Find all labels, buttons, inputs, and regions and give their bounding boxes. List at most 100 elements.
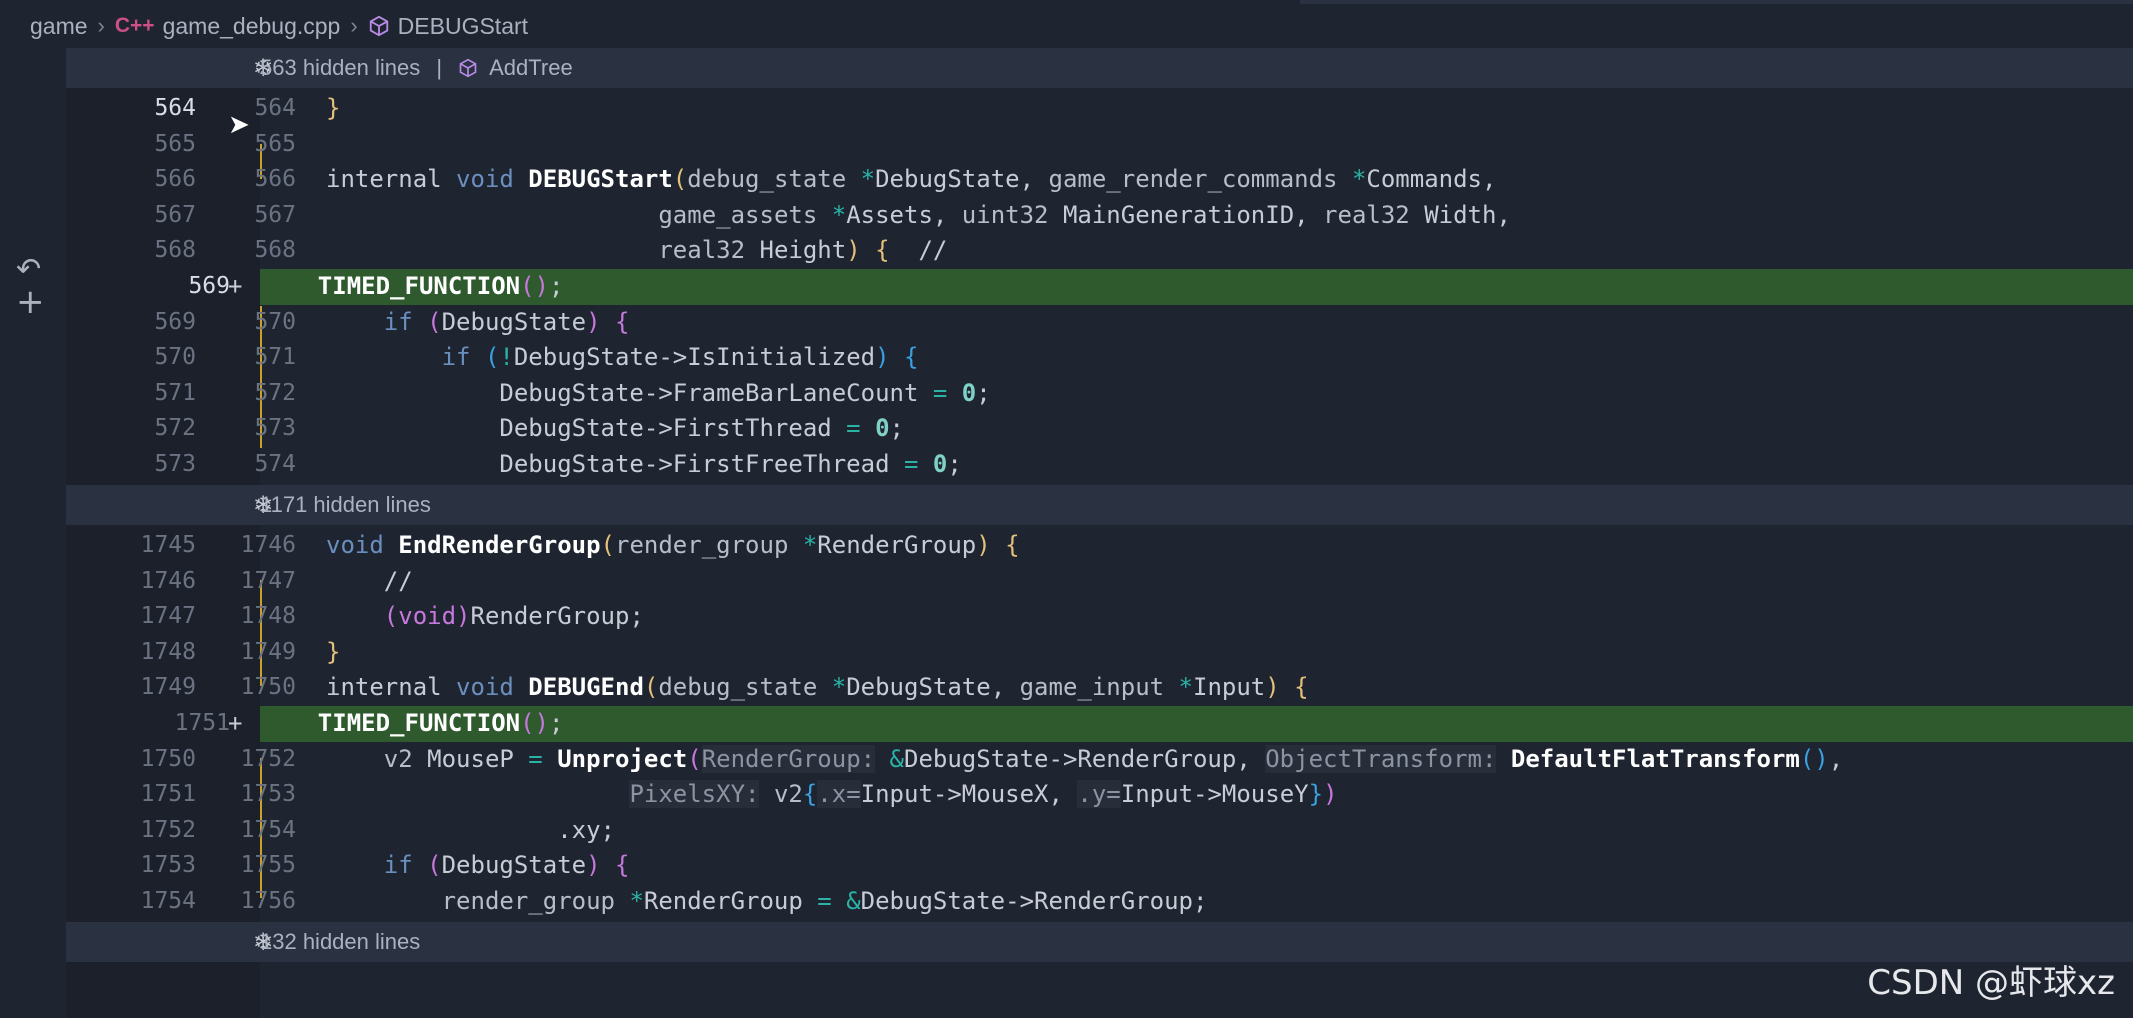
line-number-new: 565	[254, 130, 296, 157]
code-line[interactable]: 573 574 DebugState->FirstFreeThread = 0;	[66, 447, 2133, 483]
line-number-old: 1746	[140, 567, 196, 594]
line-number-new: 568	[254, 237, 296, 264]
code-line[interactable]: 1754 1756 render_group *RenderGroup = &D…	[66, 884, 2133, 920]
added-line[interactable]: TIMED_FUNCTION();	[260, 706, 2133, 742]
line-number-old: 1748	[140, 638, 196, 665]
line-number-new: 1753	[240, 781, 296, 808]
line-number-new: 1748	[240, 603, 296, 630]
line-number-new: 566	[254, 166, 296, 193]
line-number-new: 571	[254, 344, 296, 371]
line-number-new: 1749	[240, 638, 296, 665]
add-icon[interactable]: +	[16, 282, 45, 322]
cube-symbol-icon	[369, 15, 388, 37]
code-text: .xy;	[557, 815, 615, 844]
added-line[interactable]: TIMED_FUNCTION();	[260, 269, 2133, 305]
folded-region[interactable]: ❄ 132 hidden lines	[66, 922, 2133, 962]
code-text: if (DebugState) {	[383, 307, 630, 336]
cpp-file-icon: C++	[114, 14, 155, 37]
line-number-old: 569	[154, 308, 196, 335]
code-text: internal void DEBUGStart(debug_state *De…	[326, 165, 1497, 194]
line-number-old: 568	[154, 237, 196, 264]
code-text: (void)RenderGroup;	[383, 602, 644, 631]
line-number-new: 1754	[240, 816, 296, 843]
code-text: if (!DebugState->IsInitialized) {	[441, 343, 919, 372]
code-line[interactable]: 1747 1748 (void)RenderGroup;	[66, 599, 2133, 635]
line-number-new: 573	[254, 415, 296, 442]
chevron-right-icon: ›	[97, 13, 105, 38]
line-number-old: 566	[154, 166, 196, 193]
code-line[interactable]: 1748 1749 }	[66, 635, 2133, 671]
code-line[interactable]: 568 568 real32 Height) { //	[66, 233, 2133, 269]
hidden-lines-label: 132 hidden lines	[260, 929, 421, 954]
added-line-gutter: 1751 +	[66, 706, 260, 742]
code-line[interactable]: 570 571 if (!DebugState->IsInitialized) …	[66, 340, 2133, 376]
code-text: }	[326, 94, 341, 122]
code-text: //	[383, 566, 413, 595]
line-number-old: 1750	[140, 745, 196, 772]
code-text: if (DebugState) {	[383, 851, 630, 880]
line-number-old: 564	[154, 95, 196, 121]
line-number-new: 570	[254, 308, 296, 335]
line-number-old	[66, 706, 130, 742]
code-line[interactable]: 564 564 }	[66, 91, 2133, 127]
chevron-right-icon: ›	[350, 13, 358, 38]
diff-left-bar: ↶ +	[0, 52, 66, 1018]
code-text: PixelsXY: v2{.x=Input->MouseX, .y=Input-…	[629, 780, 1338, 809]
line-number-new: 567	[254, 201, 296, 228]
code-text: void EndRenderGroup(render_group *Render…	[326, 531, 1020, 559]
watermark: CSDN @虾球xz	[1867, 963, 2115, 1003]
code-line[interactable]: 1751 1753 PixelsXY: v2{.x=Input->MouseX,…	[66, 777, 2133, 813]
line-number-old	[66, 269, 130, 305]
code-line[interactable]: 566 566 internal void DEBUGStart(debug_s…	[66, 162, 2133, 198]
fold-divider: |	[436, 55, 443, 80]
line-number-new: 1755	[240, 852, 296, 879]
code-line[interactable]: 569 570 if (DebugState) {	[66, 305, 2133, 341]
code-line[interactable]: 1746 1747 //	[66, 564, 2133, 600]
code-text: DebugState->FrameBarLaneCount = 0;	[326, 378, 991, 407]
line-number-old: 565	[154, 130, 196, 157]
line-number-new: 574	[254, 451, 296, 477]
line-number-new: 1750	[240, 674, 296, 701]
breadcrumb-symbol[interactable]: DEBUGStart	[398, 13, 528, 40]
fold-symbol[interactable]: AddTree	[489, 55, 573, 80]
code-text: real32 Height) { //	[658, 236, 948, 265]
code-line[interactable]: 572 573 DebugState->FirstThread = 0;	[66, 411, 2133, 447]
code-text: v2 MouseP = Unproject(RenderGroup: &Debu…	[383, 744, 1844, 773]
line-number-new: 564	[254, 95, 296, 121]
line-number-old: 572	[154, 415, 196, 442]
folded-region[interactable]: ❄ 1171 hidden lines	[66, 485, 2133, 525]
line-number-old: 1754	[140, 888, 196, 914]
breadcrumb-folder[interactable]: game	[30, 13, 88, 40]
line-number-old: 1751	[140, 781, 196, 808]
line-number-new: 1756	[240, 888, 296, 914]
code-line[interactable]: 1745 1746 void EndRenderGroup(render_gro…	[66, 528, 2133, 564]
code-text: DebugState->FirstThread = 0;	[326, 414, 904, 443]
added-plus-icon: +	[228, 272, 243, 300]
line-number-old: 1749	[140, 674, 196, 701]
code-line[interactable]: 571 572 DebugState->FrameBarLaneCount = …	[66, 376, 2133, 412]
added-line-gutter: 569 +	[66, 269, 260, 305]
code-text: render_group *RenderGroup = &DebugState-…	[441, 887, 1208, 915]
code-line[interactable]: 1752 1754 .xy;	[66, 813, 2133, 849]
code-line[interactable]: 1749 1750 internal void DEBUGEnd(debug_s…	[66, 670, 2133, 706]
line-number-new: 569	[188, 273, 230, 299]
line-number-new: 1752	[240, 745, 296, 772]
line-number-old: 571	[154, 379, 196, 406]
code-line[interactable]: 1753 1755 if (DebugState) {	[66, 848, 2133, 884]
added-plus-icon: +	[228, 709, 243, 737]
line-number-new: 1747	[240, 567, 296, 594]
code-text: }	[326, 637, 341, 666]
line-number-old: 573	[154, 451, 196, 477]
code-text: DebugState->FirstFreeThread = 0;	[326, 450, 962, 478]
code-line[interactable]: 565 565	[66, 127, 2133, 163]
code-line[interactable]: 1750 1752 v2 MouseP = Unproject(RenderGr…	[66, 742, 2133, 778]
breadcrumb-file[interactable]: game_debug.cpp	[163, 13, 341, 40]
line-number-old: 1753	[140, 852, 196, 879]
folded-region[interactable]: ❄ 563 hidden lines | AddTree	[66, 48, 2133, 88]
line-number-old: 1745	[140, 532, 196, 558]
code-line[interactable]: 567 567 game_assets *Assets, uint32 Main…	[66, 198, 2133, 234]
code-text: game_assets *Assets, uint32 MainGenerati…	[658, 200, 1511, 229]
line-number-new: 1746	[240, 532, 296, 558]
code-text: TIMED_FUNCTION();	[317, 709, 564, 737]
line-number-old: 1752	[140, 816, 196, 843]
